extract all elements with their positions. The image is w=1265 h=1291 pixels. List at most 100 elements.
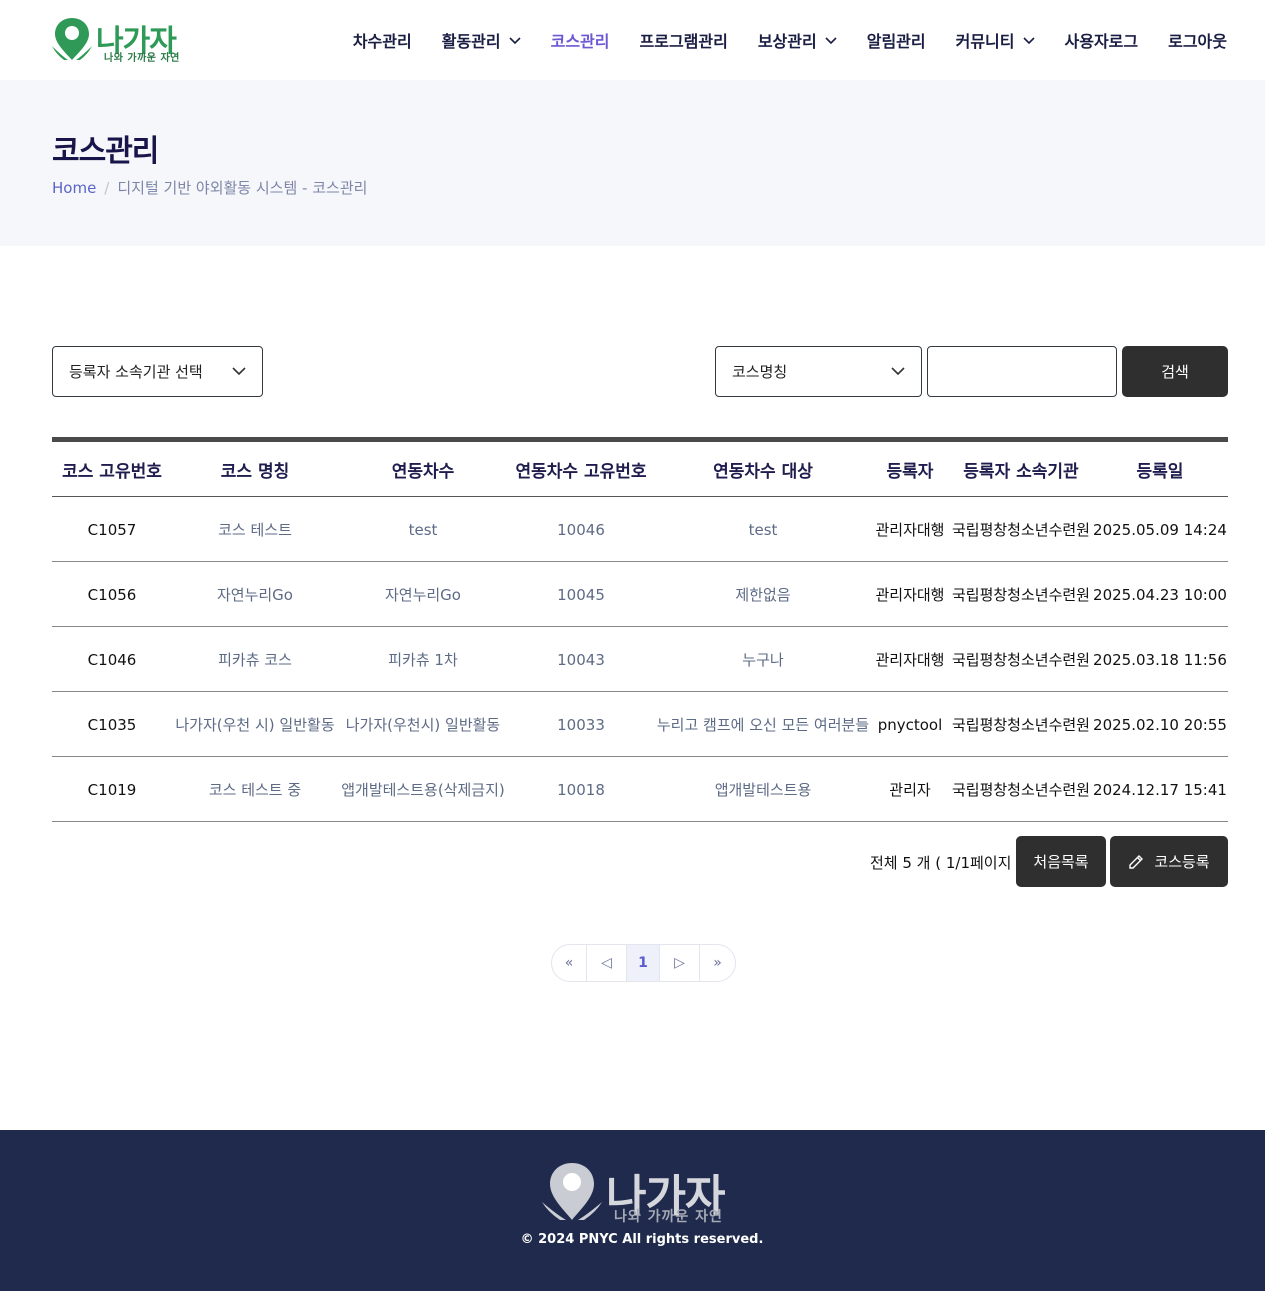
pencil-icon xyxy=(1129,854,1144,869)
last-page-button[interactable]: » xyxy=(700,945,735,981)
table-cell[interactable]: 제한없음 xyxy=(652,562,874,627)
table-cell: C1046 xyxy=(87,650,137,669)
breadcrumb: Home / 디지털 기반 야외활동 시스템 - 코스관리 xyxy=(52,177,367,198)
table-row[interactable]: C1056 자연누리Go 자연누리Go 10045 제한없음 관리자대행 국립평창청소년수련… xyxy=(52,562,1228,627)
page-1-button[interactable]: 1 xyxy=(627,945,660,981)
column-header: 연동차수 xyxy=(391,462,455,482)
table-cell: 관리자 xyxy=(889,781,931,799)
nav-item[interactable]: 활동관리 xyxy=(442,28,521,52)
table-cell: pnyctool xyxy=(877,715,943,734)
nav-item[interactable]: 사용자로그 xyxy=(1065,28,1139,52)
search-button[interactable]: 검색 xyxy=(1122,346,1228,397)
column-header: 코스 명칭 xyxy=(220,462,290,482)
table-cell[interactable]: test xyxy=(652,497,874,562)
table-cell[interactable]: 나가자(우천시) 일반활동 xyxy=(338,692,508,757)
nav-item-label: 코스관리 xyxy=(550,32,610,51)
total-count: 전체 5 개 ( 1/1페이지 ) xyxy=(870,854,1023,872)
table-cell[interactable]: 누구나 xyxy=(652,627,874,692)
nav-item[interactable]: 로그아웃 xyxy=(1168,28,1227,52)
course-table: 코스 고유번호 코스 명칭 연동차수 연동차수 고유번호 연동차수 대상 등록자 등록자 소… xyxy=(52,437,1228,822)
location-pin-logo-icon xyxy=(542,1163,602,1220)
nav-item[interactable]: 프로그램관리 xyxy=(640,28,728,52)
table-cell[interactable]: 피카츄 코스 xyxy=(174,627,336,692)
search-type-select[interactable]: 코스명칭 xyxy=(715,346,922,397)
search-type-value: 코스명칭 xyxy=(732,363,788,381)
breadcrumb-home-link[interactable]: Home xyxy=(52,179,96,197)
table-cell: 관리자대행 xyxy=(875,586,945,604)
table-cell[interactable]: 10018 xyxy=(504,757,658,822)
nav-item-label: 프로그램관리 xyxy=(639,32,728,51)
main-nav: 차수관리 활동관리 코스관리 프로그램관리 보상관리 알림관리 커뮤니티 사용자로그 로그아웃 xyxy=(353,28,1227,52)
table-cell[interactable]: 10043 xyxy=(504,627,658,692)
site-header: 나가자 나와 가까운 자연 차수관리 활동관리 코스관리 프로그램관리 보상관리 알림관리… xyxy=(0,0,1265,80)
nav-item[interactable]: 커뮤니티 xyxy=(956,28,1035,52)
table-cell[interactable]: 나가자(우천 시) 일반활동 xyxy=(174,692,336,757)
footer-logo: 나가자 나와 가까운 자연 xyxy=(540,1160,750,1225)
table-cell: 2024.12.17 15:41 xyxy=(1093,780,1227,799)
page-title: 코스관리 xyxy=(52,134,159,169)
table-cell[interactable]: test xyxy=(338,497,508,562)
chevron-down-icon xyxy=(509,37,521,45)
column-header: 등록일 xyxy=(1136,462,1184,482)
first-list-button[interactable]: 처음목록 xyxy=(1016,836,1106,887)
table-cell[interactable]: 앱개발테스트용(삭제금지) xyxy=(338,757,508,822)
column-header: 연동차수 고유번호 xyxy=(515,462,647,482)
org-filter-value: 등록자 소속기관 선택 xyxy=(69,363,203,381)
first-page-button[interactable]: « xyxy=(552,945,587,981)
nav-item[interactable]: 보상관리 xyxy=(758,28,837,52)
table-cell: 국립평창청소년수련원 xyxy=(951,651,1090,669)
table-row[interactable]: C1035 나가자(우천 시) 일반활동 나가자(우천시) 일반활동 10033 누리고… xyxy=(52,692,1228,757)
breadcrumb-separator: / xyxy=(104,178,110,197)
table-cell: 국립평창청소년수련원 xyxy=(951,586,1090,604)
table-cell: 관리자대행 xyxy=(875,651,945,669)
register-course-label: 코스등록 xyxy=(1154,853,1210,871)
table-cell: 관리자대행 xyxy=(875,521,945,539)
page-header-band: 코스관리 Home / 디지털 기반 야외활동 시스템 - 코스관리 xyxy=(0,80,1265,246)
table-cell[interactable]: 피카츄 1차 xyxy=(338,627,508,692)
table-row[interactable]: C1057 코스 테스트 test 10046 test 관리자대행 국립평창청소년수련원 2… xyxy=(52,497,1228,562)
copyright-text: © 2024 PNYC All rights reserved. xyxy=(520,1232,764,1247)
table-cell: C1056 xyxy=(87,585,137,604)
nav-item-label: 차수관리 xyxy=(352,32,412,51)
table-cell[interactable]: 코스 테스트 xyxy=(174,497,336,562)
table-cell[interactable]: 자연누리Go xyxy=(338,562,508,627)
table-header: 코스 고유번호 코스 명칭 연동차수 연동차수 고유번호 연동차수 대상 등록자 등록자 소… xyxy=(52,442,1228,497)
table-cell: 2025.02.10 20:55 xyxy=(1093,715,1227,734)
table-cell: C1019 xyxy=(87,780,137,799)
nav-item-label: 로그아웃 xyxy=(1168,32,1227,51)
table-cell: 국립평창청소년수련원 xyxy=(951,521,1090,539)
search-input[interactable] xyxy=(927,346,1117,397)
column-header: 등록자 소속기관 xyxy=(963,462,1079,482)
nav-item[interactable]: 알림관리 xyxy=(867,28,926,52)
org-filter-select[interactable]: 등록자 소속기관 선택 xyxy=(52,346,263,397)
site-footer: 나가자 나와 가까운 자연 © 2024 PNYC All rights res… xyxy=(0,1130,1265,1291)
nav-item-label: 알림관리 xyxy=(866,32,926,51)
pagination: « ◁ 1 ▷ » xyxy=(551,944,736,982)
table-cell[interactable]: 10045 xyxy=(504,562,658,627)
nav-item-label: 사용자로그 xyxy=(1064,32,1139,51)
table-cell[interactable]: 앱개발테스트용 xyxy=(652,757,874,822)
breadcrumb-current: 디지털 기반 야외활동 시스템 - 코스관리 xyxy=(117,179,368,197)
table-cell: 2025.03.18 11:56 xyxy=(1093,650,1227,669)
table-cell[interactable]: 코스 테스트 중 xyxy=(174,757,336,822)
nav-item-label: 커뮤니티 xyxy=(955,32,1015,51)
nav-item-label: 보상관리 xyxy=(757,32,817,51)
table-row[interactable]: C1019 코스 테스트 중 앱개발테스트용(삭제금지) 10018 앱개발테스트용 관리… xyxy=(52,757,1228,822)
table-cell[interactable]: 10033 xyxy=(504,692,658,757)
table-cell: 2025.04.23 10:00 xyxy=(1093,585,1227,604)
footer-logo-tagline: 나와 가까운 자연 xyxy=(614,1209,723,1225)
table-cell: 국립평창청소년수련원 xyxy=(951,716,1090,734)
prev-page-button[interactable]: ◁ xyxy=(587,945,627,981)
table-cell: C1035 xyxy=(87,715,137,734)
table-row[interactable]: C1046 피카츄 코스 피카츄 1차 10043 누구나 관리자대행 국립평창청소년수련원… xyxy=(52,627,1228,692)
table-cell[interactable]: 누리고 캠프에 오신 모든 여러분들 xyxy=(652,692,874,757)
site-logo[interactable]: 나가자 나와 가까운 자연 xyxy=(50,16,200,64)
nav-item-label: 활동관리 xyxy=(441,32,501,51)
table-cell[interactable]: 10046 xyxy=(504,497,658,562)
nav-item[interactable]: 차수관리 xyxy=(353,28,412,52)
register-course-button[interactable]: 코스등록 xyxy=(1110,836,1228,887)
next-page-button[interactable]: ▷ xyxy=(660,945,700,981)
column-header: 코스 고유번호 xyxy=(62,462,162,482)
nav-item[interactable]: 코스관리 xyxy=(551,28,610,52)
table-cell[interactable]: 자연누리Go xyxy=(174,562,336,627)
